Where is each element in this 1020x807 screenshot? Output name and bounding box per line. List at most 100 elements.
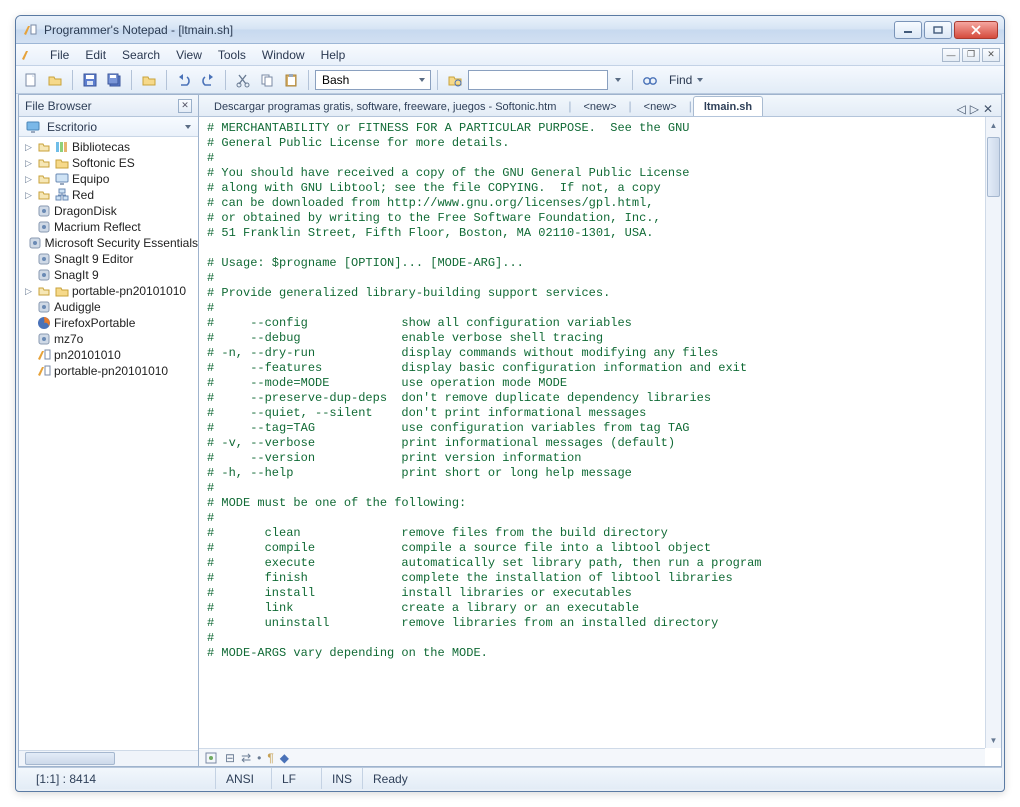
new-file-button[interactable] (20, 69, 42, 91)
tree-item[interactable]: Audiggle (19, 299, 198, 315)
chevron-down-icon[interactable] (184, 123, 192, 131)
tree-item-label: Bibliotecas (72, 140, 130, 154)
separator (166, 70, 167, 90)
paste-button[interactable] (280, 69, 302, 91)
cut-button[interactable] (232, 69, 254, 91)
save-all-button[interactable] (103, 69, 125, 91)
redo-button[interactable] (197, 69, 219, 91)
editor-tab[interactable]: <new> (633, 96, 688, 116)
twisty-icon[interactable]: ▷ (23, 158, 34, 169)
tree-item[interactable]: ▷portable-pn20101010 (19, 283, 198, 299)
tree-item-label: Equipo (72, 172, 109, 186)
editor-tab[interactable]: ltmain.sh (693, 96, 763, 116)
tab-close-button[interactable]: ✕ (983, 102, 993, 116)
search-input[interactable] (468, 70, 608, 90)
sidebar: File Browser ✕ Escritorio ▷Bibliotecas▷S… (19, 95, 199, 766)
twisty-icon[interactable]: ▷ (23, 190, 34, 201)
scrollbar-thumb[interactable] (987, 137, 1000, 197)
tab-next-button[interactable]: ▷ (970, 102, 979, 116)
item-icon (36, 315, 52, 331)
tree-item[interactable]: SnagIt 9 (19, 267, 198, 283)
language-selector[interactable]: Bash (315, 70, 431, 90)
titlebar[interactable]: Programmer's Notepad - [ltmain.sh] (16, 16, 1004, 44)
editor-tab[interactable]: Descargar programas gratis, software, fr… (203, 96, 567, 116)
sidebar-path[interactable]: Escritorio (19, 117, 198, 137)
tree-item[interactable]: portable-pn20101010 (19, 363, 198, 379)
status-bar: [1:1] : 8414 ANSI LF INS Ready (18, 767, 1002, 789)
mdi-restore-button[interactable]: ❐ (962, 48, 980, 62)
tree-item[interactable]: pn20101010 (19, 347, 198, 363)
editor[interactable]: # MERCHANTABILITY or FITNESS FOR A PARTI… (199, 117, 1001, 766)
separator (225, 70, 226, 90)
vertical-scrollbar[interactable]: ▲ ▼ (985, 117, 1001, 748)
menu-tools[interactable]: Tools (210, 46, 254, 64)
fold-icon[interactable]: ⊟ (225, 751, 235, 765)
status-position: [1:1] : 8414 (26, 768, 216, 789)
item-icon (54, 155, 70, 171)
chevron-down-icon[interactable] (614, 76, 622, 84)
tree-item[interactable]: ▷ Softonic ES (19, 155, 198, 171)
twisty-icon[interactable]: ▷ (23, 142, 34, 153)
tree-item-label: portable-pn20101010 (54, 364, 168, 378)
menu-window[interactable]: Window (254, 46, 313, 64)
language-value: Bash (322, 73, 349, 87)
tree-item[interactable]: DragonDisk (19, 203, 198, 219)
tree-scrollbar[interactable] (19, 750, 198, 766)
mdi-minimize-button[interactable]: — (942, 48, 960, 62)
separator (131, 70, 132, 90)
client-area: File Browser ✕ Escritorio ▷Bibliotecas▷S… (18, 94, 1002, 767)
item-icon (36, 219, 52, 235)
file-tree[interactable]: ▷ Bibliotecas ▷ Softonic ES ▷ Equipo▷RedDrago… (19, 137, 198, 750)
find-dropdown[interactable]: Find (663, 71, 710, 89)
menu-view[interactable]: View (168, 46, 210, 64)
tree-item[interactable]: mz7o (19, 331, 198, 347)
status-encoding: ANSI (216, 768, 272, 789)
scroll-down-button[interactable]: ▼ (986, 732, 1001, 748)
menu-search[interactable]: Search (114, 46, 168, 64)
tree-item[interactable]: ▷Red (19, 187, 198, 203)
close-button[interactable] (954, 21, 998, 39)
sidebar-close-button[interactable]: ✕ (178, 99, 192, 113)
tree-item[interactable]: Microsoft Security Essentials (19, 235, 198, 251)
separator (632, 70, 633, 90)
menu-file[interactable]: File (42, 46, 77, 64)
scroll-up-button[interactable]: ▲ (986, 117, 1001, 133)
wrap-icon[interactable]: ⇄ (241, 751, 251, 765)
twisty-icon[interactable]: ▷ (23, 286, 34, 297)
scrollbar-thumb[interactable] (25, 752, 115, 765)
window-title: Programmer's Notepad - [ltmain.sh] (44, 23, 894, 37)
minimize-button[interactable] (894, 21, 922, 39)
tree-item[interactable]: Macrium Reflect (19, 219, 198, 235)
tree-item-label: Macrium Reflect (54, 220, 141, 234)
tree-item-label: SnagIt 9 Editor (54, 252, 133, 266)
marker-icon[interactable] (203, 750, 219, 766)
code-content[interactable]: # MERCHANTABILITY or FITNESS FOR A PARTI… (199, 117, 1001, 665)
tree-item-label: Softonic ES (72, 156, 135, 170)
editor-tab[interactable]: <new> (573, 96, 628, 116)
whitespace-icon[interactable]: • (257, 751, 261, 765)
window-buttons (894, 21, 998, 39)
save-button[interactable] (79, 69, 101, 91)
menu-help[interactable]: Help (313, 46, 354, 64)
binoculars-icon[interactable] (639, 69, 661, 91)
item-icon (36, 299, 52, 315)
find-button-icon[interactable] (444, 69, 466, 91)
bookmark-icon[interactable]: ◆ (280, 751, 289, 765)
undo-button[interactable] (173, 69, 195, 91)
copy-button[interactable] (256, 69, 278, 91)
editor-status-strip: ⊟ ⇄ • ¶ ◆ (199, 748, 985, 766)
tree-item[interactable]: ▷ Equipo (19, 171, 198, 187)
tree-item-label: pn20101010 (54, 348, 121, 362)
tree-item[interactable]: ▷ Bibliotecas (19, 139, 198, 155)
pilcrow-icon[interactable]: ¶ (267, 751, 273, 765)
maximize-button[interactable] (924, 21, 952, 39)
mdi-close-button[interactable]: ✕ (982, 48, 1000, 62)
menu-edit[interactable]: Edit (77, 46, 114, 64)
tree-item-label: Audiggle (54, 300, 101, 314)
open-project-button[interactable] (138, 69, 160, 91)
tab-prev-button[interactable]: ◁ (956, 102, 965, 116)
twisty-icon[interactable]: ▷ (23, 174, 34, 185)
tree-item[interactable]: FirefoxPortable (19, 315, 198, 331)
tree-item[interactable]: SnagIt 9 Editor (19, 251, 198, 267)
open-file-button[interactable] (44, 69, 66, 91)
